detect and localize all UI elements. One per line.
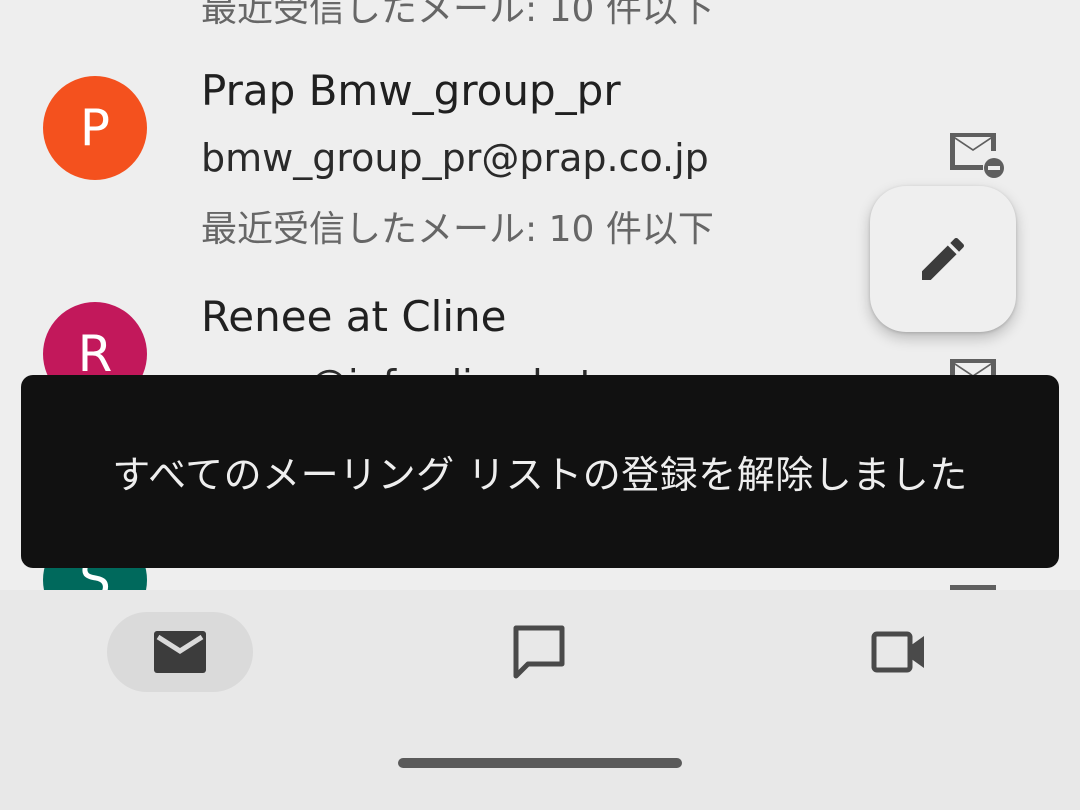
mail-icon bbox=[154, 631, 206, 673]
nav-mail[interactable] bbox=[107, 612, 253, 692]
home-indicator[interactable] bbox=[398, 758, 682, 768]
sender-name: Prap Bmw_group_pr bbox=[201, 66, 621, 115]
sender-email: bmw_group_pr@prap.co.jp bbox=[201, 136, 709, 180]
avatar-initial: P bbox=[79, 99, 111, 157]
unsubscribe-icon[interactable] bbox=[945, 580, 1005, 590]
compose-button[interactable] bbox=[870, 186, 1016, 332]
avatar: P bbox=[43, 76, 147, 180]
unsubscribe-icon[interactable] bbox=[945, 128, 1005, 178]
nav-chat[interactable] bbox=[466, 612, 612, 692]
video-icon bbox=[871, 631, 924, 673]
nav-meet[interactable] bbox=[826, 612, 972, 692]
pencil-icon bbox=[922, 237, 965, 280]
snackbar: すべてのメーリング リストの登録を解除しました bbox=[21, 375, 1059, 568]
snackbar-message: すべてのメーリング リストの登録を解除しました bbox=[112, 453, 968, 497]
bottom-navigation bbox=[0, 590, 1080, 810]
sender-name: Renee at Cline bbox=[201, 292, 507, 341]
chat-icon bbox=[513, 625, 565, 679]
